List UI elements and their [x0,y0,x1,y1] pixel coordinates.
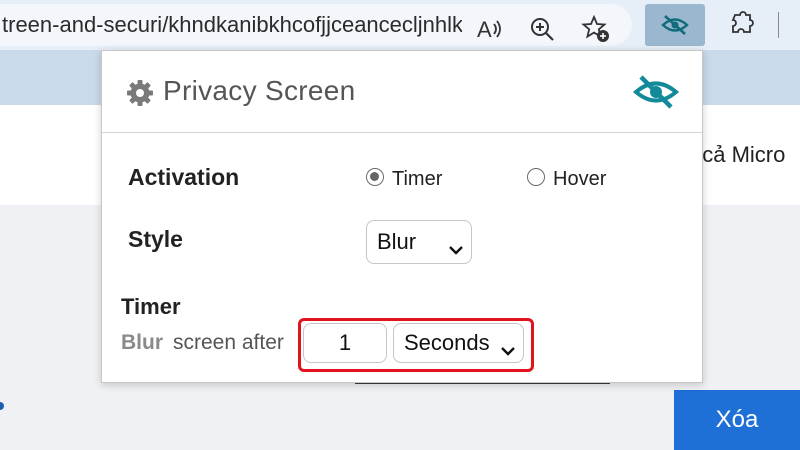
timer-after-text: screen after [173,331,284,354]
popup-title: Privacy Screen [163,75,356,106]
eye-slash-icon [632,73,680,116]
timer-effect-word: Blur [121,331,163,354]
add-favorite-icon[interactable] [580,13,612,45]
activation-label: Activation [128,164,240,190]
timer-section-title: Timer [121,294,181,319]
read-aloud-icon[interactable]: A [474,13,506,45]
radio-hover[interactable] [527,168,545,186]
gear-icon[interactable] [126,79,154,112]
delete-button[interactable]: Xóa [674,390,800,450]
chevron-down-icon [449,236,463,262]
style-select[interactable]: Blur [366,220,472,264]
toolbar-separator [778,12,779,38]
address-bar[interactable]: treen-and-securi/khndkanibkhcofjjceancec… [0,4,632,46]
popup-bottom-rule [355,383,610,384]
extensions-icon[interactable] [724,9,756,41]
address-bar-url[interactable]: treen-and-securi/khndkanibkhcofjjceancec… [2,4,462,46]
eye-slash-icon [661,15,689,35]
svg-text:A: A [477,17,492,42]
page-background-text: t cả Micro [690,142,786,167]
style-select-value: Blur [377,229,417,254]
highlight-annotation [298,318,534,372]
radio-timer-label[interactable]: Timer [392,168,442,191]
browser-toolbar: treen-and-securi/khndkanibkhcofjjceancec… [0,0,800,50]
popup-header: Privacy Screen [102,51,702,133]
zoom-in-icon[interactable] [526,13,558,45]
radio-timer[interactable] [366,168,384,186]
radio-hover-label[interactable]: Hover [553,168,606,191]
privacy-screen-popup: Privacy Screen Activation Timer Hover St… [101,50,703,384]
privacy-screen-extension-button[interactable] [645,4,705,46]
style-label: Style [128,226,183,252]
